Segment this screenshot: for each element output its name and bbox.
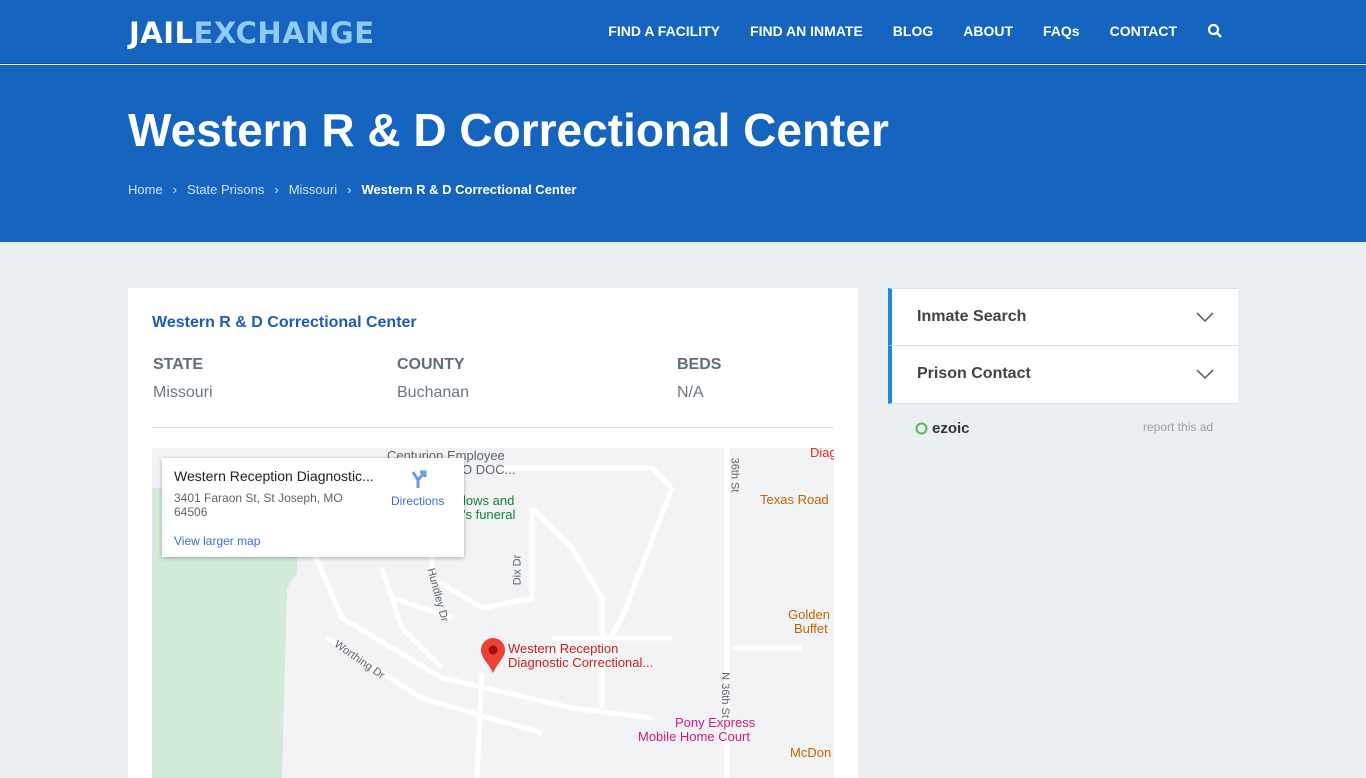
map-place-title: Western Reception Diagnostic... <box>174 468 374 484</box>
chevron-down-icon <box>1196 369 1214 380</box>
chevron-right-icon: › <box>274 182 279 197</box>
nav-contact[interactable]: CONTACT <box>1110 23 1177 39</box>
page-title: Western R & D Correctional Center <box>128 104 889 156</box>
hero: Western R & D Correctional Center Home › … <box>0 65 1366 242</box>
nav-faqs[interactable]: FAQs <box>1043 23 1080 39</box>
chevron-right-icon: › <box>172 182 178 197</box>
nav-about[interactable]: ABOUT <box>963 23 1013 39</box>
map-pin-icon[interactable] <box>480 638 506 674</box>
state-value: Missouri <box>153 384 213 401</box>
top-nav: JAILEXCHANGE FIND A FACILITY FIND AN INM… <box>0 0 1366 64</box>
ezoic-icon <box>915 422 928 435</box>
state-label: STATE <box>153 356 204 373</box>
nav-find-facility[interactable]: FIND A FACILITY <box>608 23 720 39</box>
search-icon[interactable] <box>1207 23 1223 39</box>
directions-icon[interactable] <box>408 469 428 489</box>
county-value: Buchanan <box>397 384 470 401</box>
divider <box>152 427 834 428</box>
map-embed[interactable]: Centurion Employee t MO DOC... lows and … <box>152 448 834 778</box>
beds-value: N/A <box>677 384 704 401</box>
breadcrumb-current: Western R & D Correctional Center <box>361 182 577 197</box>
breadcrumb: Home › State Prisons › Missouri › Western R… <box>128 182 576 197</box>
breadcrumb-missouri[interactable]: Missouri <box>289 182 337 197</box>
beds-label: BEDS <box>677 356 722 373</box>
nav-find-inmate[interactable]: FIND AN INMATE <box>750 23 863 39</box>
breadcrumb-state-prisons[interactable]: State Prisons <box>187 182 264 197</box>
view-larger-map-link[interactable]: View larger map <box>174 534 260 548</box>
county-label: COUNTY <box>397 356 465 373</box>
logo[interactable]: JAILEXCHANGE <box>129 16 375 50</box>
accordion-inmate-search[interactable]: Inmate Search <box>888 288 1238 346</box>
accordion-prison-contact[interactable]: Prison Contact <box>888 346 1238 404</box>
report-ad-link[interactable]: report this ad <box>1143 420 1213 434</box>
nav-blog[interactable]: BLOG <box>893 23 933 39</box>
map-info-card: Western Reception Diagnostic... 3401 Far… <box>162 458 464 557</box>
facility-name: Western R & D Correctional Center <box>152 314 417 331</box>
breadcrumb-home[interactable]: Home <box>128 182 163 197</box>
facility-card: Western R & D Correctional Center STATE M… <box>128 288 858 778</box>
directions-link[interactable]: Directions <box>391 494 444 508</box>
chevron-right-icon: › <box>347 182 352 197</box>
chevron-down-icon <box>1196 312 1214 323</box>
ezoic-logo[interactable]: ezoic <box>915 420 970 437</box>
